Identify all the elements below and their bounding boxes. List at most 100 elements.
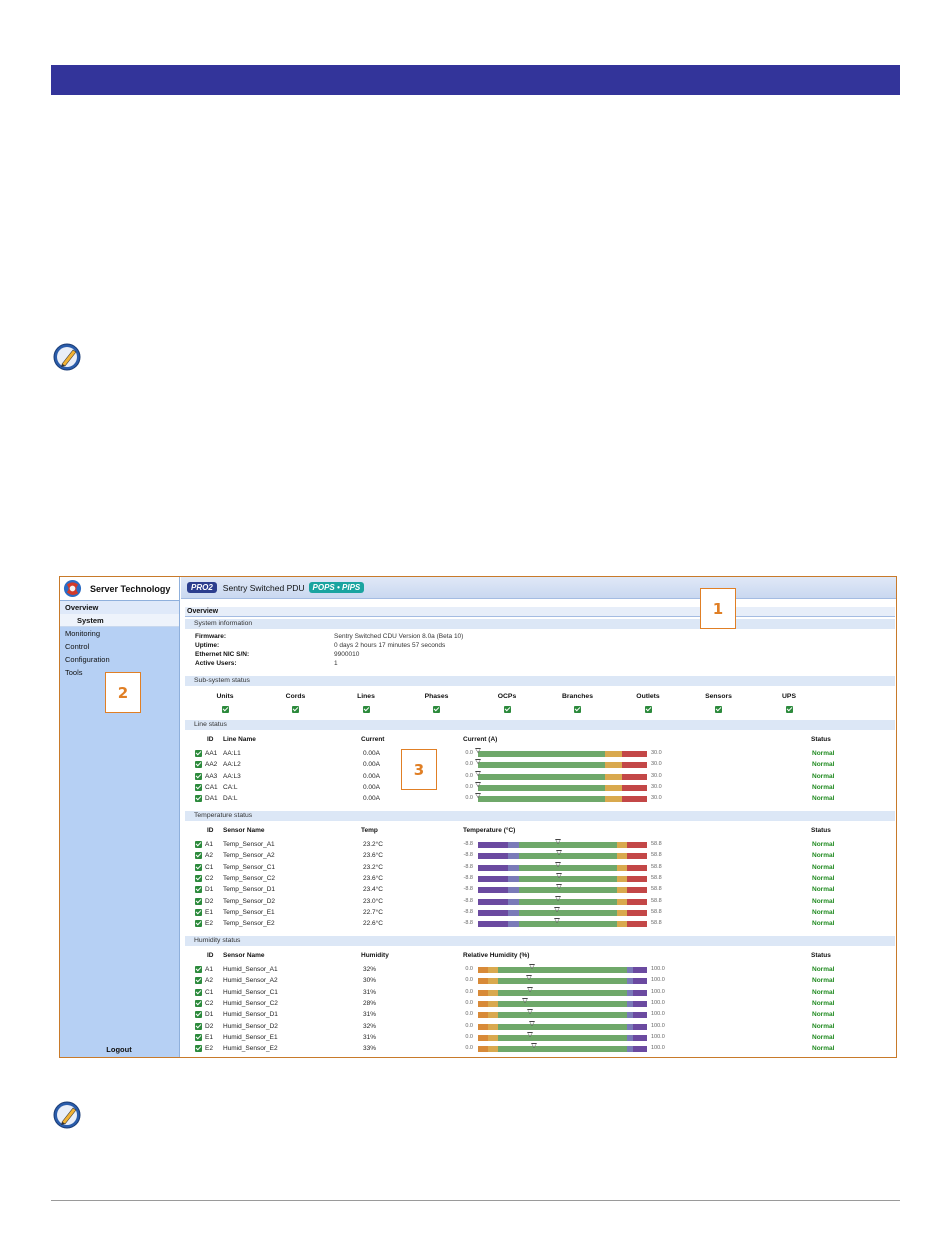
status-meter-bar — [478, 964, 647, 973]
level-marker-icon — [475, 770, 481, 777]
status-meter-bar — [478, 997, 647, 1007]
level-marker-icon — [527, 1009, 534, 1015]
line-row-status: Normal — [812, 761, 835, 769]
subsystem-branches[interactable]: Branches — [548, 693, 608, 718]
sidebar-item-system[interactable]: System — [60, 614, 179, 627]
checkbox-checked-icon — [195, 1022, 202, 1030]
subsystem-phases[interactable]: Phases — [407, 693, 467, 718]
temp-row-name: Temp_Sensor_E2 — [223, 920, 275, 928]
checkbox-checked-icon — [195, 795, 202, 803]
subsystem-label: OCPs — [497, 693, 517, 700]
humid-row-name: Humid_Sensor_D1 — [223, 1011, 278, 1019]
system-info-label: Firmware: — [195, 633, 227, 640]
subsystem-ocps[interactable]: OCPs — [477, 693, 537, 718]
subsystem-cords[interactable]: Cords — [266, 693, 326, 718]
subsystem-label: Cords — [285, 693, 306, 700]
humid-row-status: Normal — [812, 966, 835, 973]
humid-row-id: E2 — [205, 1045, 213, 1053]
temp-row-value: 23.6°C — [363, 852, 383, 860]
subsystem-label: Units — [216, 693, 234, 700]
meter-min-label: 0.0 — [465, 1033, 473, 1040]
humid-row-status: Normal — [812, 1033, 835, 1041]
line-row-status: Normal — [812, 783, 835, 791]
level-marker-icon — [475, 748, 481, 754]
subsystem-lines[interactable]: Lines — [336, 693, 396, 718]
sidebar-item-monitoring[interactable]: Monitoring — [60, 627, 179, 640]
temp-row-id: A1 — [205, 841, 213, 848]
meter-max-label: 58.8 — [651, 863, 662, 870]
column-header-id: ID — [207, 952, 214, 959]
subsystem-label: Sensors — [705, 693, 732, 700]
meter-min-label: -8.8 — [463, 908, 473, 915]
line-row-status: Normal — [812, 795, 835, 803]
line-row-id: AA3 — [205, 772, 218, 780]
line-row-status: Normal — [812, 772, 835, 780]
checkbox-checked-icon — [195, 874, 202, 882]
status-meter-bar — [478, 1020, 647, 1030]
column-header-status: Status — [811, 952, 831, 959]
temp-row-id: D2 — [205, 897, 214, 905]
meter-max-label: 100.0 — [651, 1045, 665, 1052]
checkbox-checked-icon — [195, 1033, 202, 1041]
meter-min-label: -8.8 — [463, 886, 473, 893]
checkbox-checked-icon — [574, 706, 581, 713]
checkbox-checked-icon — [195, 897, 202, 905]
callout-3: 3 — [401, 749, 437, 790]
temp-row-name: Temp_Sensor_D1 — [223, 886, 276, 894]
meter-min-label: 0.0 — [465, 761, 473, 768]
column-header-meter: Temperature (°C) — [463, 827, 516, 834]
humid-row-id: E1 — [205, 1033, 213, 1041]
meter-max-label: 30.0 — [651, 772, 662, 779]
meter-min-label: -8.8 — [463, 863, 473, 870]
checkbox-checked-icon — [195, 852, 202, 860]
sidebar-item-configuration[interactable]: Configuration — [60, 653, 179, 666]
temp-row-value: 23.2°C — [363, 841, 383, 848]
level-marker-icon — [529, 1020, 536, 1027]
meter-max-label: 58.8 — [651, 908, 662, 915]
callout-1: 1 — [700, 588, 736, 629]
pdu-web-ui-screenshot: Server Technology Overview System Monitori… — [59, 576, 897, 1058]
humid-row-name: Humid_Sensor_A2 — [223, 977, 278, 985]
column-header-name: Sensor Name — [223, 827, 265, 834]
temp-row-status: Normal — [812, 852, 835, 860]
status-meter-bar — [475, 793, 647, 803]
meter-max-label: 58.8 — [651, 874, 662, 881]
humid-row-status: Normal — [812, 1022, 835, 1030]
subsystem-ups[interactable]: UPS — [759, 693, 819, 718]
meter-min-label: 0.0 — [465, 1022, 473, 1029]
subsystem-outlets[interactable]: Outlets — [618, 693, 678, 718]
checkbox-checked-icon — [195, 1045, 202, 1053]
pencil-note-icon — [53, 1101, 81, 1129]
humid-row-name: Humid_Sensor_C2 — [223, 999, 278, 1007]
line-row-value: 0.00A — [363, 761, 380, 769]
status-meter-bar — [478, 1043, 647, 1053]
sidebar-nav: Overview System Monitoring Control Configura… — [60, 601, 179, 679]
checkbox-checked-icon — [195, 920, 202, 928]
level-marker-icon — [527, 1031, 534, 1038]
main-content: PRO2 Sentry Switched PDU POPS • PIPS Ove… — [181, 577, 896, 1057]
column-header-value: Current — [361, 736, 385, 743]
status-meter-bar — [478, 1009, 647, 1019]
meter-min-label: 0.0 — [465, 795, 473, 802]
meter-max-label: 58.8 — [651, 920, 662, 927]
top-banner — [51, 65, 900, 95]
system-info-value: 9900010 — [334, 651, 360, 658]
column-header-id: ID — [207, 736, 214, 743]
system-info-value: 0 days 2 hours 17 minutes 57 seconds — [334, 642, 446, 649]
subsystem-units[interactable]: Units — [195, 693, 255, 718]
sidebar-item-overview[interactable]: Overview — [60, 601, 179, 614]
pro2-badge: PRO2 — [187, 582, 217, 593]
temp-row-id: D1 — [205, 886, 214, 894]
humid-row-id: A1 — [205, 966, 213, 973]
sidebar-item-control[interactable]: Control — [60, 640, 179, 653]
temp-row-status: Normal — [812, 886, 835, 894]
temp-row-name: Temp_Sensor_E1 — [223, 908, 275, 916]
checkbox-checked-icon — [715, 706, 722, 713]
logout-link[interactable]: Logout — [60, 1045, 178, 1054]
meter-min-label: 0.0 — [465, 977, 473, 984]
subsystem-sensors[interactable]: Sensors — [689, 693, 749, 718]
level-marker-icon — [529, 964, 536, 970]
meter-max-label: 100.0 — [651, 1011, 665, 1018]
humid-row-id: A2 — [205, 977, 213, 985]
meter-max-label: 100.0 — [651, 999, 665, 1006]
